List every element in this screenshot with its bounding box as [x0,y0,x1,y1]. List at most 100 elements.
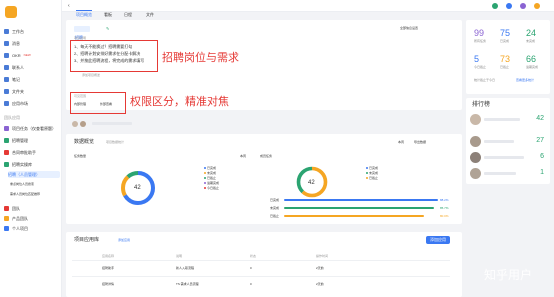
stat-due-today: 5 [474,54,480,64]
library-icon [4,162,9,167]
ranking-row[interactable]: 27 [470,136,544,148]
sidebar-item-workbench[interactable]: 工作台 [4,28,60,35]
sidebar-subitem-match[interactable]: 需求人员岗位匹配推荐 [10,191,60,198]
ranking-title: 排行榜 [472,102,491,108]
progress-bar-overdue [284,215,424,217]
tab-board[interactable]: 看板 [104,3,112,21]
sidebar-item-notes[interactable]: 笔记 [4,76,60,83]
ranking-row[interactable]: 6 [470,152,544,164]
avatar [470,152,481,163]
stat-label: 今日截止 [474,65,487,69]
rank-bar [484,156,524,159]
avatar [470,136,481,147]
sidebar-subitem-search[interactable]: 重点岗位人员搜索 [10,181,60,188]
table-row[interactable]: 招聘详情 TS 需求人员流程 0 2天前 [72,282,450,290]
avatar [470,168,481,179]
sidebar-item-project-tasks[interactable]: 项目任务（仅查看原题） [4,125,60,132]
stat-label: 逾期完成 [526,65,539,69]
sidebar-item-okr[interactable]: OKR NEW [4,52,60,59]
team-icon [4,206,9,211]
bar-value: 80.0% [440,214,449,218]
folder-icon [4,89,9,94]
tab-schedule[interactable]: 日程 [124,3,132,21]
stat-label: 所有任务 [474,39,487,43]
sidebar-subitem-recruit[interactable]: 招聘（人员管理） [8,171,60,178]
sidebar-item-product-team[interactable]: 产品团队 [4,215,60,222]
rank-bar [484,118,520,121]
members-icon[interactable] [520,3,526,9]
highlight-box-permissions [70,92,126,114]
sidebar-item-app-market[interactable]: 应用市场 [4,100,60,107]
divider [72,276,450,277]
back-icon[interactable]: ‹ [68,3,70,9]
tab-overview[interactable]: 项目概览 [76,3,92,21]
sidebar-item-recruit-mgmt[interactable]: 招聘管理 [4,137,60,144]
date-filter[interactable]: 本周 [398,140,404,145]
stat-label: 未完成 [526,39,536,43]
project-name-tag[interactable]: 招聘 [74,26,90,40]
stat-late-done: 66 [526,54,537,64]
legend-item: 已截止 [366,176,378,181]
edit-icon[interactable]: ✎ [106,26,109,31]
highlight-box-requirements [70,40,158,72]
member-placeholder [92,122,132,125]
notes-icon [4,77,9,82]
home-icon [4,29,9,34]
data-overview-subtitle: 项目数据统计 [106,140,125,144]
ranking-row[interactable]: 1 [470,168,544,180]
table-row[interactable]: 招聘助手 新人入职流程 0 2天前 [72,266,450,274]
legend-item: 今日截止 [204,186,219,191]
status-icon[interactable] [492,3,498,9]
sidebar-item-recruit-lib[interactable]: 招聘实操库 [4,161,60,168]
right-chart-legend: 已完成 未完成 已截止 [366,166,378,181]
avatar [470,114,481,125]
more-stats-link[interactable]: 查看更多统计 [516,78,534,82]
share-icon[interactable] [506,3,512,9]
sidebar-item-contract[interactable]: 合同审批助手 [4,149,60,156]
product-icon [4,216,9,221]
sidebar-section-team-apps: 团队应用 [4,115,20,120]
left-chart-filter[interactable]: 本周 [240,154,246,159]
add-overview-link[interactable]: 添加项目概述 [82,73,100,78]
stat-incomplete: 24 [526,28,537,38]
column-header: 说明 [176,254,183,258]
contacts-icon [4,65,9,70]
stats-card: 99 75 24 所有任务 已完成 未完成 5 73 66 今日截止 已截止 逾… [466,20,550,94]
personal-icon [4,226,9,231]
export-button[interactable]: 导出数据 [414,140,426,145]
sidebar-item-contacts[interactable]: 联系人 [4,64,60,71]
divider [72,260,450,261]
member-avatar[interactable] [72,121,78,127]
stat-overdue: 73 [500,54,511,64]
member-avatar[interactable] [80,121,86,127]
apps-title: 项目应用库 [74,237,100,243]
settings-icon[interactable] [534,3,540,9]
tab-files[interactable]: 文件 [146,3,154,21]
column-header: 状态 [250,254,257,258]
add-app-button[interactable]: 添加应用 [426,236,450,244]
task-icon [4,126,9,131]
bar-label: 已完成 [270,198,280,202]
top-bar: ‹ 项目概览 看板 日程 文件 [62,0,554,17]
ranking-row[interactable]: 42 [470,114,544,126]
all-settings-link[interactable]: 全部信息设置 [400,26,418,31]
rank-bar [484,140,514,143]
sidebar-item-team[interactable]: 团队 [4,205,60,212]
stat-completed: 75 [500,28,511,38]
sidebar-item-folders[interactable]: 文件夹 [4,88,60,95]
app-logo [5,6,17,18]
recruit-icon [4,138,9,143]
donut-center-value: 42 [308,180,315,186]
column-header: 操作时间 [316,254,329,258]
stat-label: 已完成 [500,39,510,43]
annotation-requirements: 招聘岗位与需求 [162,52,239,64]
add-app-link[interactable]: 添加应用 [118,238,130,243]
app-market-icon [4,101,9,106]
data-overview-title: 数据概览 [74,139,95,145]
sidebar-item-personal[interactable]: 个人项目 [4,225,60,232]
sidebar-item-messages[interactable]: 消息 [4,40,60,47]
watermark-text: 知乎用户 [484,268,533,282]
rank-bar [484,172,516,175]
left-chart-legend: 已完成 未完成 已截止 逾期完成 今日截止 [204,166,219,191]
sidebar: 工作台 消息 OKR NEW 联系人 笔记 文件夹 应用市场 团队应用 项目任务（… [0,0,62,297]
